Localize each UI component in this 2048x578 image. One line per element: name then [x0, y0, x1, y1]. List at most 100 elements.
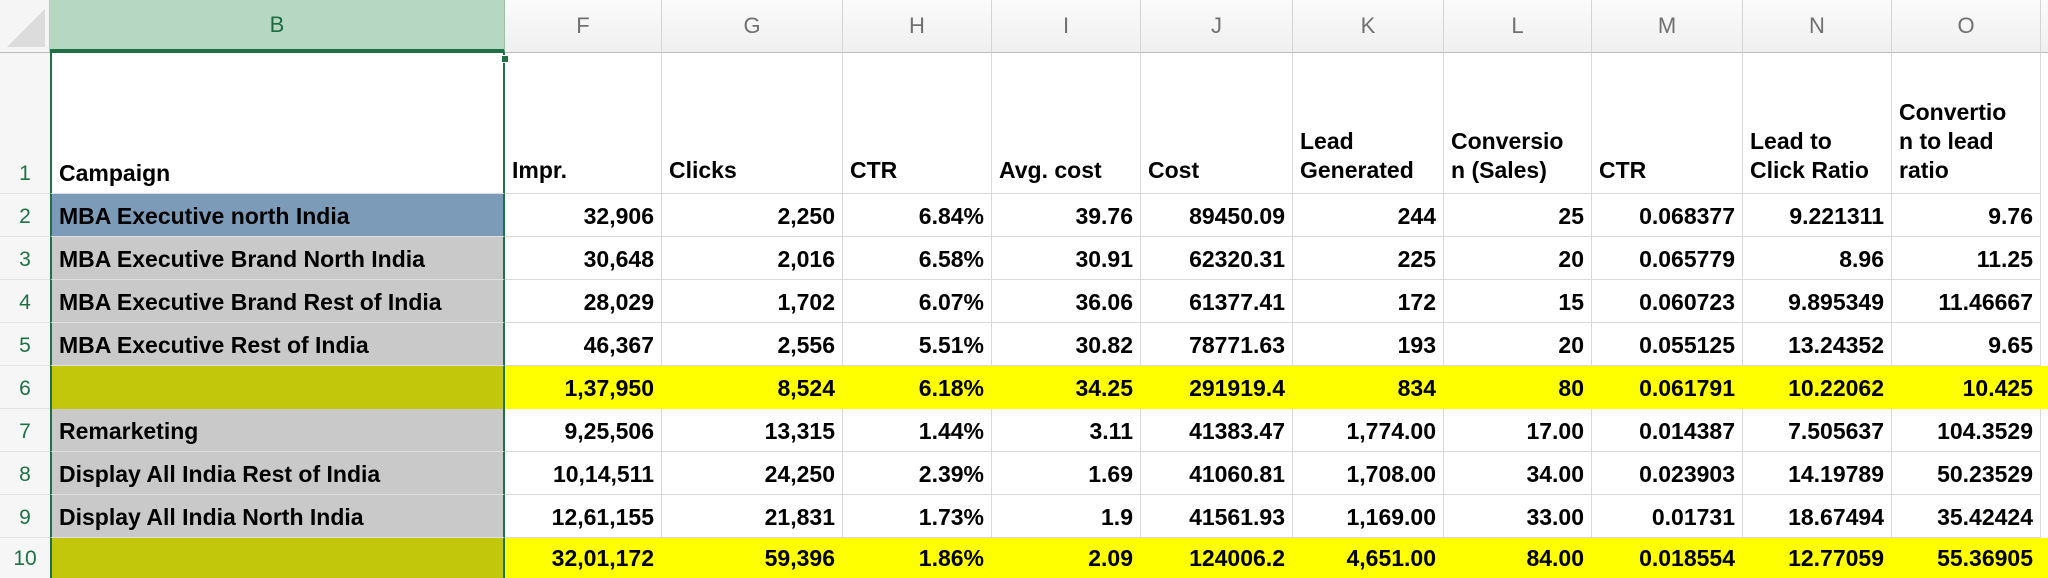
cell-I7[interactable]: 3.11	[992, 409, 1141, 452]
cell-K6[interactable]: 834	[1293, 366, 1444, 409]
cell-H2[interactable]: 6.84%	[843, 194, 992, 237]
select-all-corner[interactable]	[0, 0, 50, 53]
cell-F6[interactable]: 1,37,950	[505, 366, 662, 409]
cell-I4[interactable]: 36.06	[992, 280, 1141, 323]
cell-N9[interactable]: 18.67494	[1743, 495, 1892, 538]
cell-N5[interactable]: 13.24352	[1743, 323, 1892, 366]
cell-K3[interactable]: 225	[1293, 237, 1444, 280]
cell-K8[interactable]: 1,708.00	[1293, 452, 1444, 495]
cell-J10[interactable]: 124006.2	[1141, 538, 1293, 578]
cell-L2[interactable]: 25	[1444, 194, 1592, 237]
column-header-F[interactable]: F	[505, 0, 662, 53]
column-header-L[interactable]: L	[1444, 0, 1592, 53]
cell-N3[interactable]: 8.96	[1743, 237, 1892, 280]
cell-I3[interactable]: 30.91	[992, 237, 1141, 280]
cell-L7[interactable]: 17.00	[1444, 409, 1592, 452]
cell-M3[interactable]: 0.065779	[1592, 237, 1743, 280]
row-header-1[interactable]: 1	[0, 53, 50, 194]
column-header-H[interactable]: H	[843, 0, 992, 53]
column-header-J[interactable]: J	[1141, 0, 1293, 53]
cell-G5[interactable]: 2,556	[662, 323, 843, 366]
column-header-M[interactable]: M	[1592, 0, 1743, 53]
cell-L10[interactable]: 84.00	[1444, 538, 1592, 578]
cell-N4[interactable]: 9.895349	[1743, 280, 1892, 323]
cell-I2[interactable]: 39.76	[992, 194, 1141, 237]
cell-G8[interactable]: 24,250	[662, 452, 843, 495]
row-header-4[interactable]: 4	[0, 280, 50, 323]
cell-K5[interactable]: 193	[1293, 323, 1444, 366]
cell-M2[interactable]: 0.068377	[1592, 194, 1743, 237]
cell-B6[interactable]	[50, 366, 505, 409]
cell-G6[interactable]: 8,524	[662, 366, 843, 409]
cell-G9[interactable]: 21,831	[662, 495, 843, 538]
selection-fill-handle[interactable]	[501, 55, 509, 63]
cell-B8[interactable]: Display All India Rest of India	[50, 452, 505, 495]
cell-H10[interactable]: 1.86%	[843, 538, 992, 578]
cell-L4[interactable]: 15	[1444, 280, 1592, 323]
row-header-3[interactable]: 3	[0, 237, 50, 280]
cell-G10[interactable]: 59,396	[662, 538, 843, 578]
cell-F4[interactable]: 28,029	[505, 280, 662, 323]
cell-O5[interactable]: 9.65	[1892, 323, 2041, 366]
cell-J1[interactable]: Cost	[1141, 53, 1293, 194]
cell-B9[interactable]: Display All India North India	[50, 495, 505, 538]
row-header-2[interactable]: 2	[0, 194, 50, 237]
cell-M7[interactable]: 0.014387	[1592, 409, 1743, 452]
cell-N2[interactable]: 9.221311	[1743, 194, 1892, 237]
row-header-5[interactable]: 5	[0, 323, 50, 366]
cell-H9[interactable]: 1.73%	[843, 495, 992, 538]
cell-G3[interactable]: 2,016	[662, 237, 843, 280]
cell-I1[interactable]: Avg. cost	[992, 53, 1141, 194]
column-header-N[interactable]: N	[1743, 0, 1892, 53]
cell-M10[interactable]: 0.018554	[1592, 538, 1743, 578]
cell-N10[interactable]: 12.77059	[1743, 538, 1892, 578]
cell-O4[interactable]: 11.46667	[1892, 280, 2041, 323]
cell-N6[interactable]: 10.22062	[1743, 366, 1892, 409]
cell-N8[interactable]: 14.19789	[1743, 452, 1892, 495]
cell-O3[interactable]: 11.25	[1892, 237, 2041, 280]
cell-F10[interactable]: 32,01,172	[505, 538, 662, 578]
cell-F2[interactable]: 32,906	[505, 194, 662, 237]
cell-F1[interactable]: Impr.	[505, 53, 662, 194]
cell-H4[interactable]: 6.07%	[843, 280, 992, 323]
cell-K7[interactable]: 1,774.00	[1293, 409, 1444, 452]
cell-H1[interactable]: CTR	[843, 53, 992, 194]
cell-K10[interactable]: 4,651.00	[1293, 538, 1444, 578]
cell-B7[interactable]: Remarketing	[50, 409, 505, 452]
cell-I5[interactable]: 30.82	[992, 323, 1141, 366]
cell-J7[interactable]: 41383.47	[1141, 409, 1293, 452]
cell-O2[interactable]: 9.76	[1892, 194, 2041, 237]
column-header-O[interactable]: O	[1892, 0, 2041, 53]
cell-I9[interactable]: 1.9	[992, 495, 1141, 538]
cell-K1[interactable]: Lead Generated	[1293, 53, 1444, 194]
cell-M8[interactable]: 0.023903	[1592, 452, 1743, 495]
cell-H7[interactable]: 1.44%	[843, 409, 992, 452]
cell-J6[interactable]: 291919.4	[1141, 366, 1293, 409]
row-header-6[interactable]: 6	[0, 366, 50, 409]
cell-L5[interactable]: 20	[1444, 323, 1592, 366]
cell-K9[interactable]: 1,169.00	[1293, 495, 1444, 538]
cell-I8[interactable]: 1.69	[992, 452, 1141, 495]
cell-F3[interactable]: 30,648	[505, 237, 662, 280]
cell-O1[interactable]: Convertio n to lead ratio	[1892, 53, 2041, 194]
cell-I10[interactable]: 2.09	[992, 538, 1141, 578]
cell-F7[interactable]: 9,25,506	[505, 409, 662, 452]
cell-M9[interactable]: 0.01731	[1592, 495, 1743, 538]
cell-M1[interactable]: CTR	[1592, 53, 1743, 194]
cell-G2[interactable]: 2,250	[662, 194, 843, 237]
cell-O9[interactable]: 35.42424	[1892, 495, 2041, 538]
cell-B3[interactable]: MBA Executive Brand North India	[50, 237, 505, 280]
cell-K2[interactable]: 244	[1293, 194, 1444, 237]
cell-H3[interactable]: 6.58%	[843, 237, 992, 280]
cell-F8[interactable]: 10,14,511	[505, 452, 662, 495]
column-header-G[interactable]: G	[662, 0, 843, 53]
cell-O8[interactable]: 50.23529	[1892, 452, 2041, 495]
cell-O7[interactable]: 104.3529	[1892, 409, 2041, 452]
cell-N7[interactable]: 7.505637	[1743, 409, 1892, 452]
column-header-B[interactable]: B	[50, 0, 505, 53]
cell-F5[interactable]: 46,367	[505, 323, 662, 366]
cell-H5[interactable]: 5.51%	[843, 323, 992, 366]
cell-L3[interactable]: 20	[1444, 237, 1592, 280]
cell-B10[interactable]	[50, 538, 505, 578]
cell-G1[interactable]: Clicks	[662, 53, 843, 194]
